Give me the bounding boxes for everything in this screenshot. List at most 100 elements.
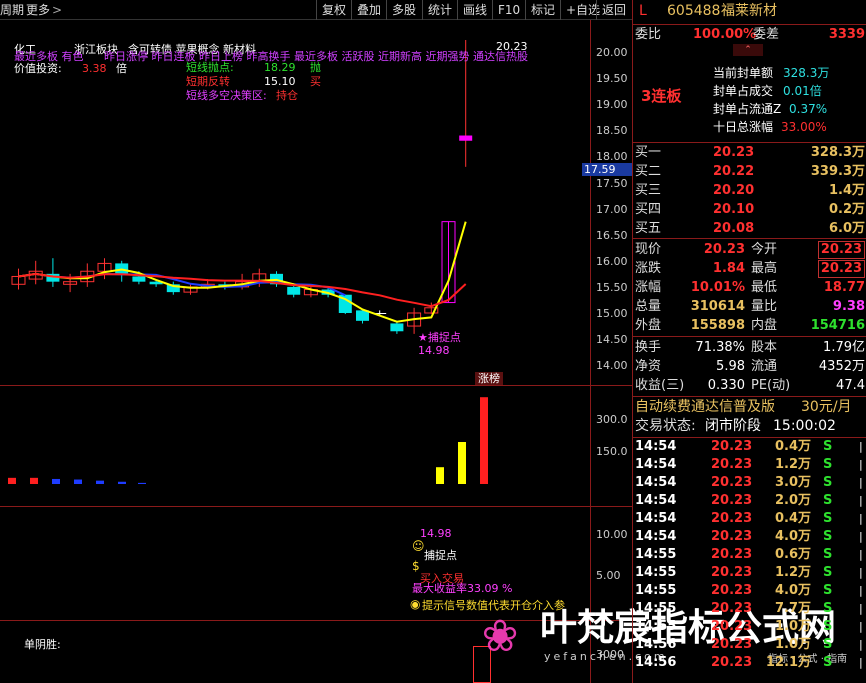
tick-time: 14:54 xyxy=(635,493,677,508)
stock-name: 福莱新材 xyxy=(721,3,777,19)
tick-side: S xyxy=(823,655,833,670)
tick-time: 14:55 xyxy=(635,565,677,580)
bid-price: 20.20 xyxy=(713,183,755,198)
tick-row: 14:55 20.23 4.0万 S | xyxy=(633,582,866,600)
tick-price: 20.23 xyxy=(711,583,753,598)
medal-icon: ◉ xyxy=(410,597,421,611)
tick-row: 14:54 20.23 4.0万 S | xyxy=(633,528,866,546)
value-number: 3.38 xyxy=(82,62,107,75)
price-axis-tick: 17.00 xyxy=(596,202,628,216)
fund-label: 收益(三) xyxy=(635,378,685,393)
tick-volume: 4.0万 xyxy=(774,583,811,598)
tick-time: 14:54 xyxy=(635,457,677,472)
tick-volume: 0.6万 xyxy=(774,547,811,562)
signal-buy-label: 短期反转 xyxy=(186,75,230,88)
bid-volume: 6.0万 xyxy=(828,221,865,236)
fund-value: 47.4 xyxy=(836,378,865,393)
wb-value: 100.00% xyxy=(693,27,757,42)
quote-value: 155898 xyxy=(690,318,745,333)
tick-marker: | xyxy=(859,638,863,651)
tick-marker: | xyxy=(859,440,863,453)
ad-price[interactable]: 30元/月 xyxy=(801,398,852,417)
volume-bar xyxy=(138,482,146,484)
tick-time: 14:54 xyxy=(635,511,677,526)
tick-volume: 7.7万 xyxy=(774,601,811,616)
bid-volume: 1.4万 xyxy=(828,183,865,198)
quote-panel: L 605488 福莱新材 委比 100.00% 委差 3339 ⌃ 3连板 当… xyxy=(632,0,866,683)
tick-time: 14:55 xyxy=(635,547,677,562)
collapse-arrow-icon[interactable]: ⌃ xyxy=(733,44,763,56)
bid-label: 买三 xyxy=(635,183,662,198)
seal-label-3: 封单占流通Z xyxy=(713,102,782,116)
value-unit: 倍 xyxy=(116,62,127,75)
tick-price: 20.23 xyxy=(711,655,753,670)
tick-volume: 0.4万 xyxy=(774,439,811,454)
tick-volume: 1.0万 xyxy=(774,637,811,652)
fund-label: 股本 xyxy=(751,340,778,355)
lotus-logo-icon: ❀ xyxy=(481,611,519,662)
tick-volume: 1.2万 xyxy=(774,457,811,472)
price-axis-tick: 15.50 xyxy=(596,280,628,294)
coin-icon: $ xyxy=(412,559,420,573)
tick-row: 14:54 20.23 3.0万 S | xyxy=(633,474,866,492)
quote-value: 10.01% xyxy=(690,280,745,295)
quote-label: 涨幅 xyxy=(635,280,662,295)
tick-marker: | xyxy=(859,458,863,471)
tick-volume: 3.0万 xyxy=(774,475,811,490)
ad-text[interactable]: 自动续费通达信普及版 xyxy=(635,398,775,417)
candles xyxy=(11,39,473,334)
tick-row: 14:55 20.23 1.0万 S | xyxy=(633,618,866,636)
tick-side: S xyxy=(823,565,833,580)
price-chart[interactable] xyxy=(0,0,632,683)
volume-bar xyxy=(480,397,488,484)
zhangbang-badge[interactable]: 涨榜 xyxy=(475,372,503,385)
bid-volume: 328.3万 xyxy=(810,145,865,160)
quote-label: 最高 xyxy=(751,261,778,276)
bid-label: 买四 xyxy=(635,202,662,217)
price-axis-tick: 14.50 xyxy=(596,333,628,347)
volume-bar xyxy=(30,477,38,484)
panel-divider xyxy=(0,385,632,386)
ind-axis-5: 5.00 xyxy=(596,569,621,582)
bid-price: 20.10 xyxy=(713,202,755,217)
vol-axis-300: 300.0 xyxy=(596,413,628,426)
bid-label: 买二 xyxy=(635,164,662,179)
quote-label: 总量 xyxy=(635,299,662,314)
price-axis-tick: 14.00 xyxy=(596,359,628,373)
volume-bar xyxy=(96,480,104,484)
tick-side: S xyxy=(823,619,833,634)
volume-bar xyxy=(74,479,82,484)
price-axis-tick: 20.00 xyxy=(596,46,628,59)
tick-time: 14:54 xyxy=(635,439,677,454)
tick-side: S xyxy=(823,583,833,598)
tick-price: 20.23 xyxy=(711,619,753,634)
fund-label: 换手 xyxy=(635,340,662,355)
tick-side: S xyxy=(823,529,833,544)
fund-label: 净资 xyxy=(635,359,662,374)
tick-marker: | xyxy=(859,494,863,507)
catch-point-price: 14.98 xyxy=(418,344,450,357)
wc-value: 3339 xyxy=(828,27,865,42)
tick-side: S xyxy=(823,601,833,616)
wc-label: 委差 xyxy=(753,27,780,42)
candle-body xyxy=(390,323,404,332)
tick-volume: 2.0万 xyxy=(774,493,811,508)
candle-body xyxy=(459,135,473,141)
tick-price: 20.23 xyxy=(711,601,753,616)
tick-volume: 1.0万 xyxy=(774,619,811,634)
quote-value: 9.38 xyxy=(832,299,865,314)
quote-value: 20.23 xyxy=(817,241,865,259)
fund-value: 4352万 xyxy=(818,359,865,374)
tick-time: 14:54 xyxy=(635,529,677,544)
tick-marker: | xyxy=(859,584,863,597)
panel-divider xyxy=(0,620,632,621)
wb-label: 委比 xyxy=(635,27,662,42)
bid-price: 20.08 xyxy=(713,221,755,236)
signal-sell-label: 短线抛点: xyxy=(186,61,234,74)
tick-price: 20.23 xyxy=(711,475,753,490)
ind-return: 最大收益率33.09 % xyxy=(412,582,513,595)
bid-label: 买一 xyxy=(635,145,662,160)
tick-row: 14:55 20.23 7.7万 S | xyxy=(633,600,866,618)
bid-price: 20.22 xyxy=(713,164,755,179)
tick-marker: | xyxy=(859,656,863,669)
